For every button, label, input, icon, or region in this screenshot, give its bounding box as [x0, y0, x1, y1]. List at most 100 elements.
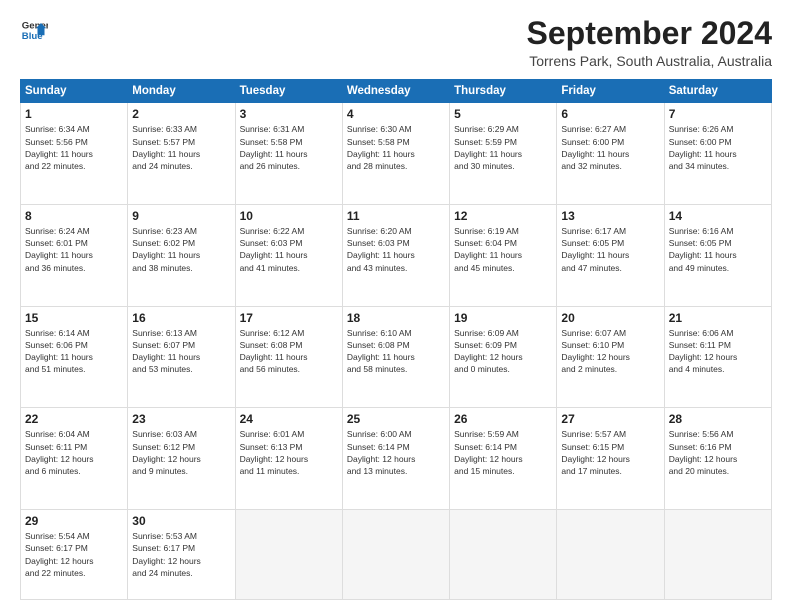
day-info: Sunrise: 5:57 AMSunset: 6:15 PMDaylight:… [561, 428, 659, 477]
day-info: Sunrise: 6:24 AMSunset: 6:01 PMDaylight:… [25, 225, 123, 274]
calendar-cell [557, 509, 664, 599]
day-number: 13 [561, 209, 659, 223]
calendar-cell: 28 Sunrise: 5:56 AMSunset: 6:16 PMDayligh… [664, 408, 771, 510]
logo: General Blue [20, 16, 48, 44]
calendar-cell [664, 509, 771, 599]
day-info: Sunrise: 6:03 AMSunset: 6:12 PMDaylight:… [132, 428, 230, 477]
day-info: Sunrise: 6:07 AMSunset: 6:10 PMDaylight:… [561, 327, 659, 376]
day-info: Sunrise: 6:04 AMSunset: 6:11 PMDaylight:… [25, 428, 123, 477]
day-number: 28 [669, 412, 767, 426]
calendar-cell: 17Sunrise: 6:12 AMSunset: 6:08 PMDayligh… [235, 306, 342, 408]
day-number: 29 [25, 514, 123, 528]
week-row-1: 1 Sunrise: 6:34 AMSunset: 5:56 PMDaylight… [21, 103, 772, 205]
col-saturday: Saturday [664, 80, 771, 103]
calendar-cell: 29Sunrise: 5:54 AMSunset: 6:17 PMDayligh… [21, 509, 128, 599]
day-number: 21 [669, 311, 767, 325]
calendar-cell [235, 509, 342, 599]
calendar-cell: 4 Sunrise: 6:30 AMSunset: 5:58 PMDaylight… [342, 103, 449, 205]
calendar-cell: 21 Sunrise: 6:06 AMSunset: 6:11 PMDayligh… [664, 306, 771, 408]
day-info: Sunrise: 5:53 AMSunset: 6:17 PMDaylight:… [132, 530, 230, 579]
col-sunday: Sunday [21, 80, 128, 103]
day-number: 8 [25, 209, 123, 223]
day-info: Sunrise: 5:56 AMSunset: 6:16 PMDaylight:… [669, 428, 767, 477]
day-number: 27 [561, 412, 659, 426]
calendar-cell [342, 509, 449, 599]
calendar-cell: 10Sunrise: 6:22 AMSunset: 6:03 PMDayligh… [235, 204, 342, 306]
day-number: 11 [347, 209, 445, 223]
day-number: 4 [347, 107, 445, 121]
day-info: Sunrise: 6:01 AMSunset: 6:13 PMDaylight:… [240, 428, 338, 477]
day-number: 1 [25, 107, 123, 121]
day-info: Sunrise: 6:34 AMSunset: 5:56 PMDaylight:… [25, 123, 123, 172]
day-info: Sunrise: 6:23 AMSunset: 6:02 PMDaylight:… [132, 225, 230, 274]
calendar-cell: 3Sunrise: 6:31 AMSunset: 5:58 PMDaylight… [235, 103, 342, 205]
day-number: 12 [454, 209, 552, 223]
day-info: Sunrise: 6:29 AMSunset: 5:59 PMDaylight:… [454, 123, 552, 172]
calendar-table: Sunday Monday Tuesday Wednesday Thursday… [20, 79, 772, 600]
day-info: Sunrise: 6:00 AMSunset: 6:14 PMDaylight:… [347, 428, 445, 477]
calendar-header-row: Sunday Monday Tuesday Wednesday Thursday… [21, 80, 772, 103]
day-number: 23 [132, 412, 230, 426]
calendar-cell: 19Sunrise: 6:09 AMSunset: 6:09 PMDayligh… [450, 306, 557, 408]
logo-icon: General Blue [20, 16, 48, 44]
day-number: 25 [347, 412, 445, 426]
day-number: 18 [347, 311, 445, 325]
header: General Blue September 2024 Torrens Park… [20, 16, 772, 69]
day-number: 26 [454, 412, 552, 426]
day-number: 15 [25, 311, 123, 325]
day-info: Sunrise: 6:06 AMSunset: 6:11 PMDaylight:… [669, 327, 767, 376]
calendar-cell: 2 Sunrise: 6:33 AMSunset: 5:57 PMDaylight… [128, 103, 235, 205]
day-info: Sunrise: 6:10 AMSunset: 6:08 PMDaylight:… [347, 327, 445, 376]
week-row-5: 29Sunrise: 5:54 AMSunset: 6:17 PMDayligh… [21, 509, 772, 599]
calendar-cell [450, 509, 557, 599]
day-number: 3 [240, 107, 338, 121]
calendar-cell: 18 Sunrise: 6:10 AMSunset: 6:08 PMDayligh… [342, 306, 449, 408]
day-number: 14 [669, 209, 767, 223]
page: General Blue September 2024 Torrens Park… [0, 0, 792, 612]
calendar-cell: 27 Sunrise: 5:57 AMSunset: 6:15 PMDayligh… [557, 408, 664, 510]
week-row-2: 8 Sunrise: 6:24 AMSunset: 6:01 PMDaylight… [21, 204, 772, 306]
day-info: Sunrise: 6:16 AMSunset: 6:05 PMDaylight:… [669, 225, 767, 274]
calendar-cell: 13 Sunrise: 6:17 AMSunset: 6:05 PMDayligh… [557, 204, 664, 306]
day-number: 7 [669, 107, 767, 121]
calendar-cell: 12 Sunrise: 6:19 AMSunset: 6:04 PMDayligh… [450, 204, 557, 306]
day-number: 6 [561, 107, 659, 121]
day-info: Sunrise: 6:27 AMSunset: 6:00 PMDaylight:… [561, 123, 659, 172]
day-info: Sunrise: 6:30 AMSunset: 5:58 PMDaylight:… [347, 123, 445, 172]
day-info: Sunrise: 6:13 AMSunset: 6:07 PMDaylight:… [132, 327, 230, 376]
calendar-cell: 14 Sunrise: 6:16 AMSunset: 6:05 PMDayligh… [664, 204, 771, 306]
day-info: Sunrise: 6:26 AMSunset: 6:00 PMDaylight:… [669, 123, 767, 172]
calendar-cell: 1 Sunrise: 6:34 AMSunset: 5:56 PMDaylight… [21, 103, 128, 205]
week-row-3: 15 Sunrise: 6:14 AMSunset: 6:06 PMDayligh… [21, 306, 772, 408]
calendar-cell: 22Sunrise: 6:04 AMSunset: 6:11 PMDayligh… [21, 408, 128, 510]
calendar-cell: 24Sunrise: 6:01 AMSunset: 6:13 PMDayligh… [235, 408, 342, 510]
calendar-cell: 7 Sunrise: 6:26 AMSunset: 6:00 PMDaylight… [664, 103, 771, 205]
day-info: Sunrise: 5:59 AMSunset: 6:14 PMDaylight:… [454, 428, 552, 477]
day-number: 16 [132, 311, 230, 325]
title-block: September 2024 Torrens Park, South Austr… [527, 16, 772, 69]
calendar-cell: 20 Sunrise: 6:07 AMSunset: 6:10 PMDayligh… [557, 306, 664, 408]
calendar-cell: 9 Sunrise: 6:23 AMSunset: 6:02 PMDaylight… [128, 204, 235, 306]
calendar-cell: 8 Sunrise: 6:24 AMSunset: 6:01 PMDaylight… [21, 204, 128, 306]
day-number: 30 [132, 514, 230, 528]
day-info: Sunrise: 6:14 AMSunset: 6:06 PMDaylight:… [25, 327, 123, 376]
day-info: Sunrise: 6:17 AMSunset: 6:05 PMDaylight:… [561, 225, 659, 274]
day-number: 2 [132, 107, 230, 121]
day-info: Sunrise: 6:33 AMSunset: 5:57 PMDaylight:… [132, 123, 230, 172]
day-info: Sunrise: 6:19 AMSunset: 6:04 PMDaylight:… [454, 225, 552, 274]
calendar-cell: 11Sunrise: 6:20 AMSunset: 6:03 PMDayligh… [342, 204, 449, 306]
calendar-cell: 23 Sunrise: 6:03 AMSunset: 6:12 PMDayligh… [128, 408, 235, 510]
calendar-cell: 15 Sunrise: 6:14 AMSunset: 6:06 PMDayligh… [21, 306, 128, 408]
day-number: 9 [132, 209, 230, 223]
day-info: Sunrise: 6:22 AMSunset: 6:03 PMDaylight:… [240, 225, 338, 274]
calendar-cell: 6 Sunrise: 6:27 AMSunset: 6:00 PMDaylight… [557, 103, 664, 205]
calendar-cell: 30 Sunrise: 5:53 AMSunset: 6:17 PMDayligh… [128, 509, 235, 599]
col-friday: Friday [557, 80, 664, 103]
col-tuesday: Tuesday [235, 80, 342, 103]
col-wednesday: Wednesday [342, 80, 449, 103]
day-number: 5 [454, 107, 552, 121]
col-monday: Monday [128, 80, 235, 103]
day-number: 17 [240, 311, 338, 325]
calendar-cell: 16 Sunrise: 6:13 AMSunset: 6:07 PMDayligh… [128, 306, 235, 408]
day-number: 20 [561, 311, 659, 325]
